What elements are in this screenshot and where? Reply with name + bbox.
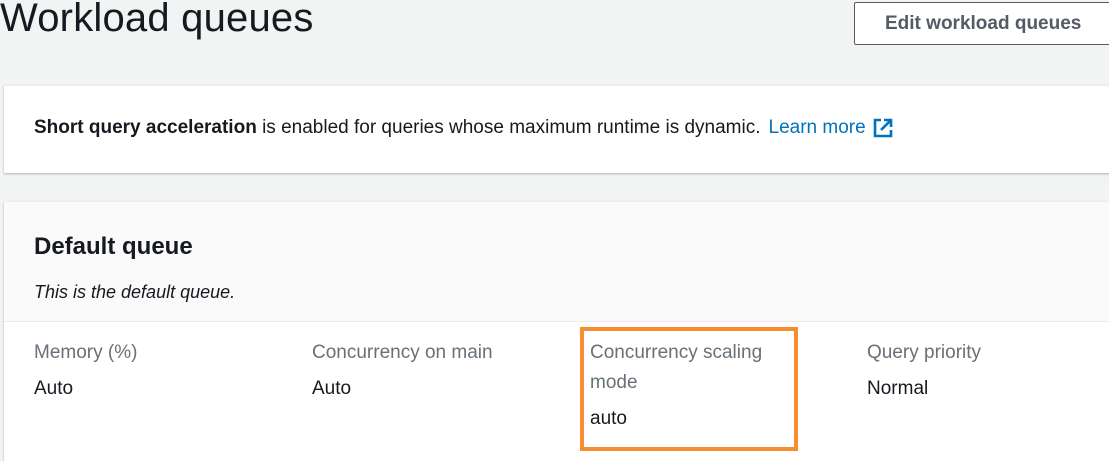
- sqa-info-panel: Short query acceleration is enabled for …: [4, 85, 1109, 173]
- default-queue-panel: Default queue This is the default queue.…: [4, 202, 1109, 461]
- queue-title: Default queue: [34, 233, 193, 260]
- external-link-icon: [873, 118, 892, 138]
- learn-more-label: Learn more: [768, 117, 866, 138]
- queue-description: This is the default queue.: [34, 282, 236, 302]
- learn-more-link[interactable]: Learn more: [769, 116, 894, 140]
- concurrency-scaling-property: Concurrency scaling mode auto: [590, 338, 790, 434]
- queue-header: Default queue This is the default queue.: [4, 202, 1109, 322]
- workload-queues-page: Workload queues Edit workload queues Sho…: [0, 0, 1109, 461]
- memory-label: Memory (%): [34, 342, 138, 363]
- query-priority-property: Query priority Normal: [867, 338, 1087, 404]
- concurrency-main-property: Concurrency on main Auto: [312, 338, 552, 404]
- concurrency-scaling-value: auto: [590, 408, 627, 429]
- memory-property: Memory (%) Auto: [34, 338, 274, 404]
- concurrency-scaling-label: Concurrency scaling mode: [590, 342, 763, 393]
- concurrency-main-value: Auto: [312, 378, 352, 399]
- sqa-message: Short query acceleration is enabled for …: [34, 116, 894, 140]
- sqa-description: is enabled for queries whose maximum run…: [256, 117, 761, 138]
- concurrency-main-label: Concurrency on main: [312, 342, 493, 363]
- query-priority-label: Query priority: [867, 342, 982, 363]
- page-title: Workload queues: [0, 0, 314, 40]
- query-priority-value: Normal: [867, 378, 929, 399]
- memory-value: Auto: [34, 378, 74, 399]
- edit-workload-queues-button[interactable]: Edit workload queues: [854, 2, 1109, 45]
- sqa-bold-label: Short query acceleration: [34, 117, 257, 138]
